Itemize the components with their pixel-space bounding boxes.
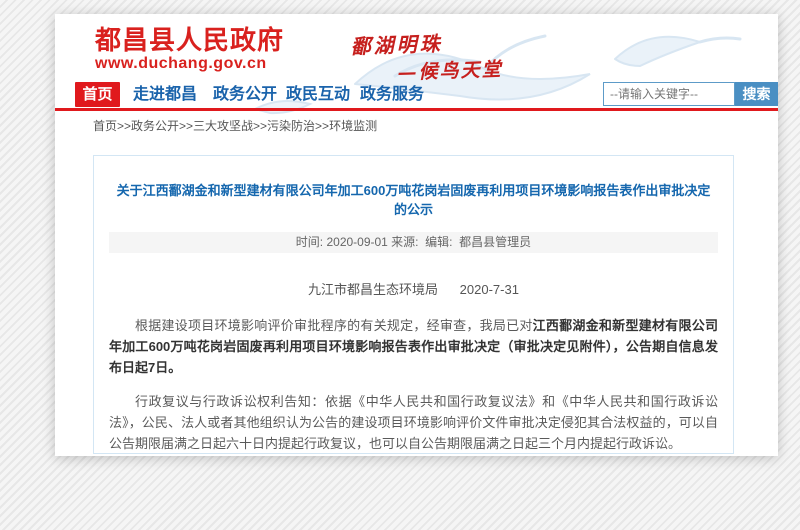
tab-home[interactable]: 首页 bbox=[75, 82, 120, 107]
article-byline: 九江市都昌生态环境局 2020-7-31 bbox=[94, 279, 733, 298]
tab-public-interaction[interactable]: 政民互动 bbox=[283, 82, 353, 107]
tab-gov-affairs[interactable]: 政务公开 bbox=[210, 82, 280, 107]
main-nav: 首页 走进都昌 政务公开 政民互动 政务服务 搜索 bbox=[55, 82, 778, 108]
search-input[interactable] bbox=[603, 82, 735, 106]
site-slogan: 鄱湖明珠 —候鸟天堂 bbox=[350, 25, 503, 86]
breadcrumb[interactable]: 首页>>政务公开>>三大攻坚战>>污染防治>>环境监测 bbox=[93, 117, 377, 134]
page-background: { "site": { "name": "都昌县人民政府", "url": "w… bbox=[0, 0, 800, 530]
article-meta-bar: 时间: 2020-09-01 来源: 编辑: 都昌县管理员 bbox=[109, 232, 718, 253]
site-title: 都昌县人民政府 bbox=[95, 26, 284, 54]
article-title: 关于江西鄱湖金和新型建材有限公司年加工600万吨花岗岩固废再利用项目环境影响报告… bbox=[114, 180, 713, 218]
tab-gov-services[interactable]: 政务服务 bbox=[357, 82, 427, 107]
site-logo[interactable]: 都昌县人民政府 www.duchang.gov.cn bbox=[95, 26, 284, 74]
caption-bar: 生态环境局批示文件 花岗岩尾矿再利用可用来做混凝土骨料 bbox=[0, 470, 800, 530]
tab-about-duchang[interactable]: 走进都昌 bbox=[130, 82, 200, 107]
search-button[interactable]: 搜索 bbox=[735, 82, 778, 106]
site-url: www.duchang.gov.cn bbox=[95, 54, 284, 74]
article-paragraph-1: 根据建设项目环境影响评价审批程序的有关规定，经审查，我局已对江西鄱湖金和新型建材… bbox=[109, 315, 718, 378]
nav-divider bbox=[55, 108, 778, 111]
article-panel: 关于江西鄱湖金和新型建材有限公司年加工600万吨花岗岩固废再利用项目环境影响报告… bbox=[93, 155, 734, 454]
slogan-line2: —候鸟天堂 bbox=[397, 54, 503, 85]
site-card: 都昌县人民政府 www.duchang.gov.cn 鄱湖明珠 —候鸟天堂 首页… bbox=[55, 14, 778, 456]
article-paragraph-2: 行政复议与行政诉讼权利告知：依据《中华人民共和国行政复议法》和《中华人民共和国行… bbox=[109, 391, 718, 454]
paragraph1-normal-text: 根据建设项目环境影响评价审批程序的有关规定，经审查，我局已对 bbox=[135, 318, 533, 333]
